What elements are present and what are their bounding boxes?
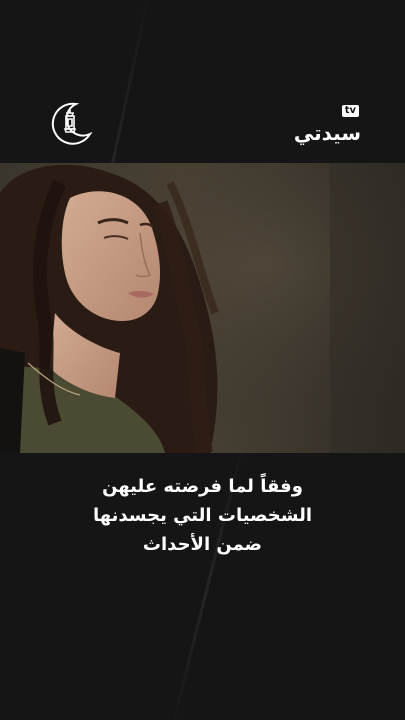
caption-text: وفقاً لما فرضته عليهن الشخصيات التي يجسد…: [0, 472, 405, 559]
video-player[interactable]: [0, 163, 405, 453]
story-frame: tv سيدتي وفقاً لما فرضته عليهن الشخصيات …: [0, 0, 405, 720]
brand-name: سيدتي: [293, 121, 361, 145]
header-bar: tv سيدتي: [0, 92, 405, 152]
brand-tv-badge: tv: [341, 105, 359, 117]
caption-line: الشخصيات التي يجسدنها: [92, 505, 312, 526]
video-still: [0, 163, 405, 453]
crescent-moon-lantern-icon: [46, 98, 96, 148]
caption-line: ضمن الأحداث: [142, 534, 263, 555]
caption-line: وفقاً لما فرضته عليهن: [102, 476, 303, 497]
brand-logo[interactable]: tv سيدتي: [281, 105, 361, 145]
